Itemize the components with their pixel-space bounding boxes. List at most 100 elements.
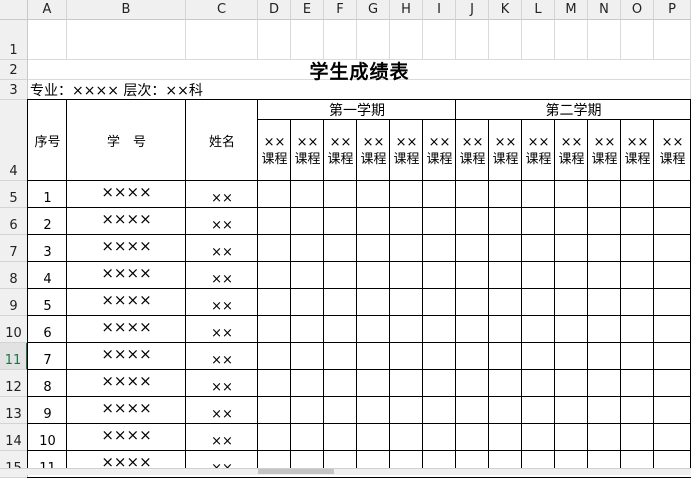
record-name[interactable]: ×× (186, 262, 258, 289)
course-label: 课程 (426, 151, 453, 167)
row-header-2[interactable]: 2 (0, 60, 28, 80)
record-name[interactable]: ×× (186, 181, 258, 208)
course-name: ×× (593, 134, 616, 150)
course-header: ×× 课程 (423, 120, 456, 181)
column-header-P[interactable]: P (654, 0, 691, 20)
record-name[interactable]: ×× (186, 343, 258, 370)
course-header: ×× 课程 (522, 120, 555, 181)
record-student-id[interactable]: ×××× (67, 181, 186, 202)
column-header-K[interactable]: K (489, 0, 522, 20)
record-name[interactable]: ×× (186, 370, 258, 397)
column-header-J[interactable]: J (456, 0, 489, 20)
table-border (653, 119, 654, 474)
record-name[interactable]: ×× (186, 289, 258, 316)
course-header: ×× 课程 (456, 120, 489, 181)
table-border (27, 423, 691, 424)
course-label: 课程 (558, 151, 585, 167)
header-seq: 序号 (34, 135, 61, 150)
column-header-O[interactable]: O (621, 0, 654, 20)
column-header-I[interactable]: I (423, 0, 456, 20)
table-border (27, 99, 28, 474)
semester1-header: 第一学期 (329, 103, 385, 119)
table-border (488, 119, 489, 474)
record-student-id[interactable]: ×××× (67, 397, 186, 418)
table-border (185, 99, 186, 474)
course-name: ×× (395, 134, 418, 150)
row-header-4[interactable]: 4 (0, 100, 28, 181)
record-seq[interactable]: 6 (28, 316, 67, 343)
table-border (27, 180, 691, 181)
column-header-N[interactable]: N (588, 0, 621, 20)
scrollbar-thumb[interactable] (258, 469, 334, 474)
column-header-D[interactable]: D (258, 0, 291, 20)
semester2-header: 第二学期 (545, 103, 602, 119)
record-student-id[interactable]: ×××× (67, 208, 186, 229)
row-header-14[interactable]: 14 (0, 424, 28, 451)
record-student-id[interactable]: ×××× (67, 235, 186, 256)
row-header-6[interactable]: 6 (0, 208, 28, 235)
row-header-8[interactable]: 8 (0, 262, 28, 289)
table-border (455, 99, 456, 474)
record-seq[interactable]: 5 (28, 289, 67, 316)
row-header-12[interactable]: 12 (0, 370, 28, 397)
row-header-10[interactable]: 10 (0, 316, 28, 343)
select-all-corner[interactable] (0, 0, 28, 20)
record-seq[interactable]: 3 (28, 235, 67, 262)
record-seq[interactable]: 7 (28, 343, 67, 370)
record-student-id[interactable]: ×××× (67, 289, 186, 310)
record-seq[interactable]: 4 (28, 262, 67, 289)
table-border (587, 119, 588, 474)
table-border (257, 99, 258, 474)
column-header-G[interactable]: G (357, 0, 390, 20)
record-student-id[interactable]: ×××× (67, 343, 186, 364)
record-name[interactable]: ×× (186, 397, 258, 424)
column-header-M[interactable]: M (555, 0, 588, 20)
record-student-id[interactable]: ×××× (67, 316, 186, 337)
record-name[interactable]: ×× (186, 208, 258, 235)
column-header-F[interactable]: F (324, 0, 357, 20)
row-header-5[interactable]: 5 (0, 181, 28, 208)
row-header-1[interactable]: 1 (0, 20, 28, 60)
record-student-id[interactable]: ×××× (67, 262, 186, 283)
column-header-L[interactable]: L (522, 0, 555, 20)
table-border (257, 119, 691, 120)
row-header-13[interactable]: 13 (0, 397, 28, 424)
sheet-info-text: 专业：×××× 层次：××科 (30, 83, 203, 99)
course-header: ×× 课程 (489, 120, 522, 181)
course-label: 课程 (659, 151, 686, 167)
course-label: 课程 (294, 151, 321, 167)
course-label: 课程 (360, 151, 387, 167)
row-header-11[interactable]: 11 (0, 343, 28, 370)
record-name[interactable]: ×× (186, 316, 258, 343)
course-name: ×× (560, 134, 583, 150)
row-header-9[interactable]: 9 (0, 289, 28, 316)
table-border (389, 119, 390, 474)
row-header-7[interactable]: 7 (0, 235, 28, 262)
course-header: ×× 课程 (258, 120, 291, 181)
course-name: ×× (494, 134, 517, 150)
course-name: ×× (428, 134, 451, 150)
course-label: 课程 (492, 151, 519, 167)
row-header-3[interactable]: 3 (0, 80, 28, 100)
table-border (422, 119, 423, 474)
column-header-H[interactable]: H (390, 0, 423, 20)
record-seq[interactable]: 8 (28, 370, 67, 397)
record-name[interactable]: ×× (186, 235, 258, 262)
table-border (620, 119, 621, 474)
record-student-id[interactable]: ×××× (67, 370, 186, 391)
record-seq[interactable]: 10 (28, 424, 67, 451)
record-name[interactable]: ×× (186, 424, 258, 451)
table-border (27, 396, 691, 397)
column-header-B[interactable]: B (67, 0, 186, 20)
record-student-id[interactable]: ×××× (67, 424, 186, 445)
column-header-A[interactable]: A (28, 0, 67, 20)
record-seq[interactable]: 2 (28, 208, 67, 235)
header-student-id: 学 号 (106, 135, 146, 150)
table-border (290, 119, 291, 474)
record-seq[interactable]: 1 (28, 181, 67, 208)
table-border (27, 342, 691, 343)
table-border (521, 119, 522, 474)
record-seq[interactable]: 9 (28, 397, 67, 424)
column-header-C[interactable]: C (186, 0, 258, 20)
column-header-E[interactable]: E (291, 0, 324, 20)
